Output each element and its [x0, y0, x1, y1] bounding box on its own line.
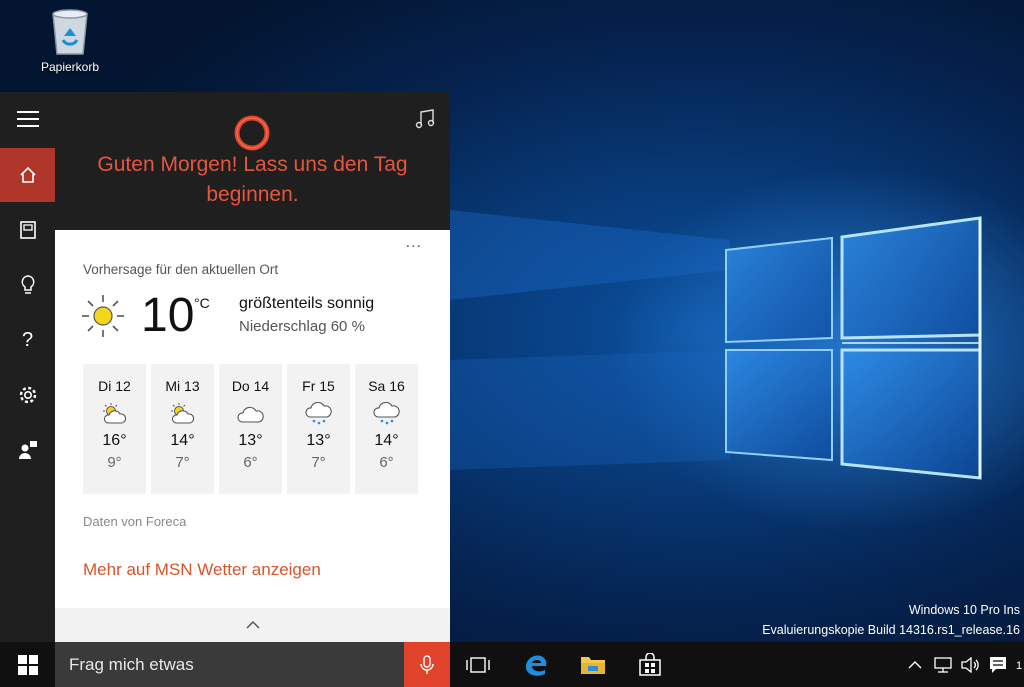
notification-icon	[990, 656, 1006, 673]
network-button[interactable]	[930, 642, 956, 687]
forecast-day[interactable]: Mi 13 14° 7°	[151, 364, 214, 494]
feedback-icon	[18, 441, 37, 459]
rain-icon	[304, 402, 332, 425]
forecast-low: 7°	[311, 454, 326, 471]
clock-fragment[interactable]: 1	[1016, 660, 1022, 672]
forecast-low: 9°	[107, 454, 122, 471]
store-button[interactable]	[626, 642, 674, 687]
cortana-header: Guten Morgen! Lass uns den Tag beginnen.	[55, 92, 450, 230]
start-button[interactable]	[0, 642, 55, 687]
watermark-edition: Windows 10 Pro Ins	[908, 603, 1020, 617]
edge-icon	[526, 654, 547, 676]
sun-icon	[82, 295, 124, 337]
forecast-high: 13°	[238, 432, 263, 449]
cortana-search-box[interactable]	[55, 642, 404, 687]
rain-icon	[372, 402, 400, 425]
task-view-icon	[466, 656, 490, 673]
file-explorer-button[interactable]	[569, 642, 617, 687]
msn-weather-link[interactable]: Mehr auf MSN Wetter anzeigen	[83, 560, 321, 580]
partly-sunny-icon	[170, 403, 194, 424]
windows-start-icon	[17, 654, 38, 675]
forecast-day-name: Di 12	[98, 378, 131, 394]
rail-settings-button[interactable]	[0, 368, 55, 422]
music-note-icon[interactable]	[414, 108, 436, 130]
collapse-card-button[interactable]	[55, 608, 450, 642]
cortana-ring-icon	[234, 115, 270, 151]
cortana-greeting: Guten Morgen! Lass uns den Tag beginnen.	[97, 153, 408, 206]
microphone-button[interactable]	[404, 642, 450, 687]
chevron-up-icon	[908, 660, 922, 668]
forecast-low: 7°	[175, 454, 190, 471]
recycle-bin-icon	[52, 9, 88, 55]
recycle-bin-label: Papierkorb	[40, 60, 100, 74]
forecast-location-label: Vorhersage für den aktuellen Ort	[83, 262, 279, 277]
card-more-button[interactable]: ...	[406, 234, 422, 252]
task-view-button[interactable]	[454, 642, 502, 687]
volume-button[interactable]	[958, 642, 982, 687]
forecast-low: 6°	[243, 454, 258, 471]
home-icon	[19, 166, 36, 183]
build-watermark: Windows 10 Pro Ins Evaluierungskopie Bui…	[720, 600, 1020, 640]
forecast-high: 14°	[170, 432, 195, 449]
action-center-button[interactable]	[986, 642, 1010, 687]
cortana-nav-rail: ?	[0, 92, 55, 642]
folder-icon	[581, 656, 605, 674]
search-input[interactable]	[69, 642, 389, 687]
precipitation: Niederschlag 60 %	[239, 318, 365, 335]
chevron-up-icon	[245, 620, 260, 629]
forecast-high: 13°	[306, 432, 331, 449]
forecast-high: 14°	[374, 432, 399, 449]
microphone-icon	[420, 654, 434, 674]
cloudy-icon	[236, 406, 264, 423]
forecast-day-name: Fr 15	[302, 378, 335, 394]
store-icon	[639, 652, 661, 676]
forecast-day-name: Sa 16	[368, 378, 405, 394]
rail-tips-button[interactable]	[0, 258, 55, 312]
edge-button[interactable]	[512, 642, 560, 687]
forecast-high: 16°	[102, 432, 127, 449]
rail-feedback-button[interactable]	[0, 423, 55, 477]
help-icon: ?	[21, 328, 34, 351]
forecast-day[interactable]: Do 14 13° 6°	[219, 364, 282, 494]
taskbar: 1	[0, 642, 1024, 687]
weather-card: ... Vorhersage für den aktuellen Ort 10 …	[55, 230, 450, 642]
gear-icon	[19, 386, 36, 404]
rail-home-button[interactable]	[0, 148, 55, 202]
cortana-panel: ? Guten Morgen! Lass uns den Tag beginne…	[0, 92, 450, 642]
lightbulb-icon	[21, 275, 34, 294]
notebook-icon	[19, 221, 36, 239]
forecast-day[interactable]: Di 12 16° 9°	[83, 364, 146, 494]
hamburger-menu-button[interactable]	[0, 92, 55, 146]
current-temperature: 10	[141, 289, 195, 342]
forecast-day-name: Mi 13	[165, 378, 200, 394]
watermark-build: Evaluierungskopie Build 14316.rs1_releas…	[762, 623, 1020, 637]
temperature-unit: °C	[194, 295, 210, 311]
forecast-days: Di 12 16° 9° Mi 13 14° 7° Do 14 13° 6° F…	[83, 364, 421, 494]
forecast-day[interactable]: Fr 15 13° 7°	[287, 364, 350, 494]
forecast-low: 6°	[379, 454, 394, 471]
data-source-label: Daten von Foreca	[83, 514, 187, 529]
menu-icon	[16, 111, 39, 127]
forecast-day[interactable]: Sa 16 14° 6°	[355, 364, 418, 494]
partly-sunny-icon	[102, 403, 126, 424]
rail-notebook-button[interactable]	[0, 203, 55, 257]
weather-condition: größtenteils sonnig	[239, 295, 375, 312]
recycle-bin[interactable]: Papierkorb	[30, 6, 110, 74]
rail-help-button[interactable]: ?	[0, 313, 55, 367]
speaker-icon	[961, 656, 979, 673]
network-icon	[934, 656, 952, 673]
show-hidden-icons-button[interactable]	[904, 642, 926, 687]
forecast-day-name: Do 14	[231, 378, 270, 394]
